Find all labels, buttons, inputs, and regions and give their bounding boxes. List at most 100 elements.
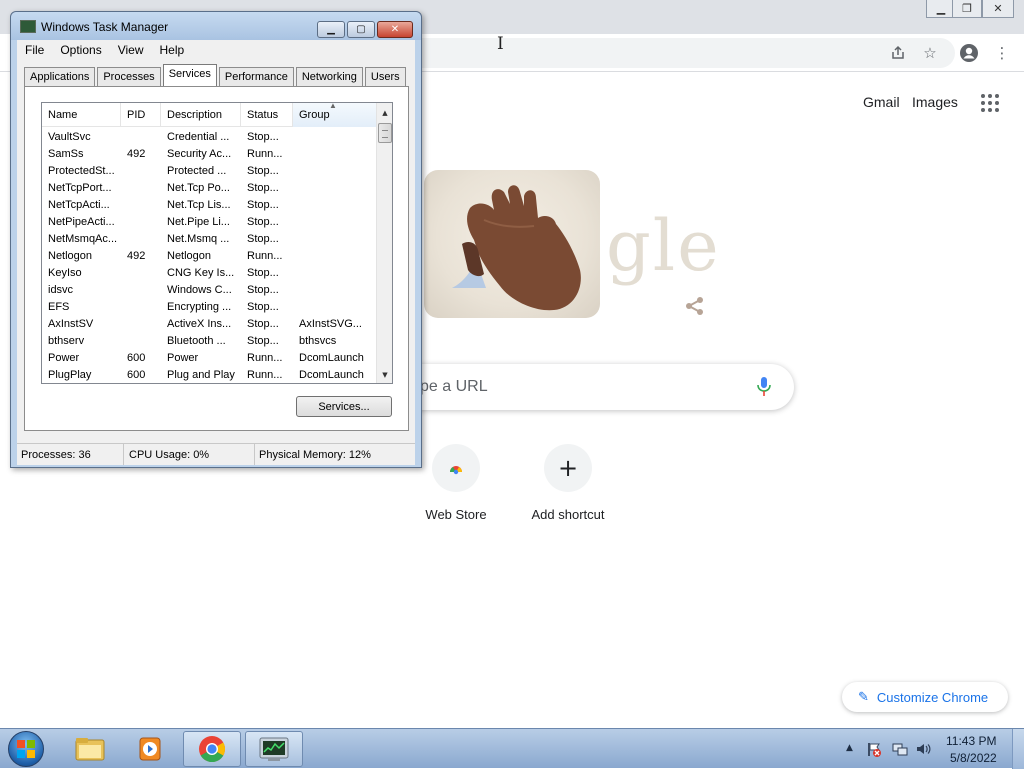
table-row[interactable]: Netlogon 492 Netlogon Runn... [42, 248, 376, 265]
cell-group [293, 248, 376, 265]
cell-pid [121, 333, 161, 350]
cell-name: PlugPlay [48, 369, 92, 381]
profile-avatar-icon[interactable] [957, 41, 981, 65]
tab-strip: Applications Processes Services Performa… [24, 64, 408, 87]
cell-name: Netlogon [48, 250, 93, 262]
menu-help[interactable]: Help [152, 40, 193, 60]
cell-description: Bluetooth ... [167, 335, 226, 347]
menu-file[interactable]: File [17, 40, 52, 60]
cell-description: Protected ... [167, 165, 227, 177]
table-row[interactable]: NetTcpPort... Net.Tcp Po... Stop... [42, 180, 376, 197]
restore-button[interactable]: ❐ [952, 0, 982, 18]
google-apps-icon[interactable] [981, 94, 999, 112]
table-row[interactable]: SamSs 492 Security Ac... Runn... [42, 146, 376, 163]
images-link[interactable]: Images [912, 94, 958, 110]
tab-processes[interactable]: Processes [97, 67, 161, 86]
media-player-icon[interactable] [121, 731, 179, 767]
tab-services[interactable]: Services [162, 64, 217, 86]
shortcut-add[interactable]: + Add shortcut [512, 444, 624, 522]
column-name[interactable]: Name [42, 103, 121, 127]
table-row[interactable]: PlugPlay 600 Plug and Play Runn... DcomLaunc… [42, 367, 376, 383]
address-bar[interactable] [400, 38, 955, 68]
chrome-menu-icon[interactable]: ⋮ [990, 41, 1014, 65]
cell-pid [121, 316, 161, 333]
table-row[interactable]: ProtectedSt... Protected ... Stop... [42, 163, 376, 180]
cell-pid: 492 [127, 148, 146, 160]
cell-description: CNG Key Is... [167, 267, 235, 279]
cell-group: AxInstSVG... [299, 318, 362, 330]
start-button[interactable] [8, 731, 44, 767]
table-row[interactable]: EFS Encrypting ... Stop... [42, 299, 376, 316]
table-row[interactable]: Power 600 Power Runn... DcomLaunch [42, 350, 376, 367]
table-row[interactable]: KeyIso CNG Key Is... Stop... [42, 265, 376, 282]
table-row[interactable]: idsvc Windows C... Stop... [42, 282, 376, 299]
table-row[interactable]: NetTcpActi... Net.Tcp Lis... Stop... [42, 197, 376, 214]
services-button[interactable]: Services... [296, 396, 392, 417]
cell-name: SamSs [48, 148, 84, 160]
tab-networking[interactable]: Networking [295, 67, 363, 86]
shortcut-label: Add shortcut [531, 507, 605, 522]
scroll-up-icon[interactable]: ▲ [377, 104, 392, 121]
clock-time[interactable]: 11:43 PM [946, 734, 996, 748]
windows-logo-icon [17, 740, 35, 758]
show-hidden-icons-icon[interactable]: ▲ [846, 743, 853, 753]
share-page-icon[interactable] [886, 41, 910, 65]
cell-name: Power [48, 352, 80, 364]
tm-close-button[interactable]: ✕ [377, 21, 413, 38]
doodle-share-icon[interactable] [684, 295, 706, 317]
cell-name: NetPipeActi... [48, 216, 115, 228]
cell-name: EFS [48, 301, 70, 313]
cell-name: VaultSvc [48, 131, 91, 143]
tm-maximize-button[interactable]: ▢ [347, 21, 375, 38]
column-status[interactable]: Status [241, 103, 293, 127]
cell-pid [121, 299, 161, 316]
menu-view[interactable]: View [110, 40, 152, 60]
windows-explorer-icon[interactable] [61, 731, 119, 767]
gmail-link[interactable]: Gmail [863, 94, 900, 110]
list-header: Name PID Description Status ▲ Group [42, 103, 376, 127]
vertical-scrollbar[interactable]: ▲ ▼ [376, 103, 392, 383]
cell-name: KeyIso [48, 267, 82, 279]
google-doodle-image[interactable] [424, 170, 600, 318]
task-manager-titlebar[interactable]: Windows Task Manager ▁ ▢ ✕ [11, 12, 421, 40]
status-cpu: CPU Usage: 0% [124, 444, 255, 465]
services-list[interactable]: Name PID Description Status ▲ Group Vaul… [41, 102, 393, 384]
customize-chrome-button[interactable]: ✎ Customize Chrome [842, 682, 1008, 712]
scroll-down-icon[interactable]: ▼ [377, 366, 392, 383]
scrollbar-thumb[interactable] [378, 123, 392, 143]
cell-name: ProtectedSt... [48, 165, 115, 177]
column-pid[interactable]: PID [121, 103, 161, 127]
volume-icon[interactable] [915, 741, 931, 760]
cell-status: Runn... [247, 352, 283, 364]
table-row[interactable]: VaultSvc Credential ... Stop... [42, 129, 376, 146]
table-row[interactable]: NetPipeActi... Net.Pipe Li... Stop... [42, 214, 376, 231]
tab-applications[interactable]: Applications [24, 67, 96, 86]
column-group[interactable]: ▲ Group [293, 103, 376, 127]
network-icon[interactable] [892, 741, 908, 760]
clock-date[interactable]: 5/8/2022 [950, 751, 997, 765]
chrome-icon[interactable] [183, 731, 241, 767]
task-manager-icon[interactable] [245, 731, 303, 767]
cell-pid [121, 163, 161, 180]
table-row[interactable]: NetMsmqAc... Net.Msmq ... Stop... [42, 231, 376, 248]
show-desktop-button[interactable] [1012, 729, 1024, 769]
cell-group [293, 180, 376, 197]
action-center-flag-icon[interactable] [866, 741, 882, 760]
menu-options[interactable]: Options [52, 40, 109, 60]
google-search-box[interactable]: pe a URL [400, 364, 794, 410]
cell-description: Net.Msmq ... [167, 233, 230, 245]
column-description[interactable]: Description [161, 103, 241, 127]
voice-search-icon[interactable] [754, 376, 774, 398]
table-row[interactable]: bthserv Bluetooth ... Stop... bthsvcs [42, 333, 376, 350]
notification-area: ▲ 11:43 PM 5/8/2022 [840, 729, 1024, 769]
windows-taskbar: ▲ 11:43 PM 5/8/2022 [0, 728, 1024, 769]
bookmark-star-icon[interactable]: ☆ [918, 41, 942, 65]
table-row[interactable]: AxInstSV ActiveX Ins... Stop... AxInstSVG..… [42, 316, 376, 333]
tab-performance[interactable]: Performance [218, 67, 294, 86]
tab-users[interactable]: Users [364, 67, 406, 86]
cell-name: AxInstSV [48, 318, 94, 330]
cell-pid: 492 [127, 250, 146, 262]
cell-group [293, 231, 376, 248]
close-button[interactable]: ✕ [982, 0, 1014, 18]
tm-minimize-button[interactable]: ▁ [317, 21, 345, 38]
